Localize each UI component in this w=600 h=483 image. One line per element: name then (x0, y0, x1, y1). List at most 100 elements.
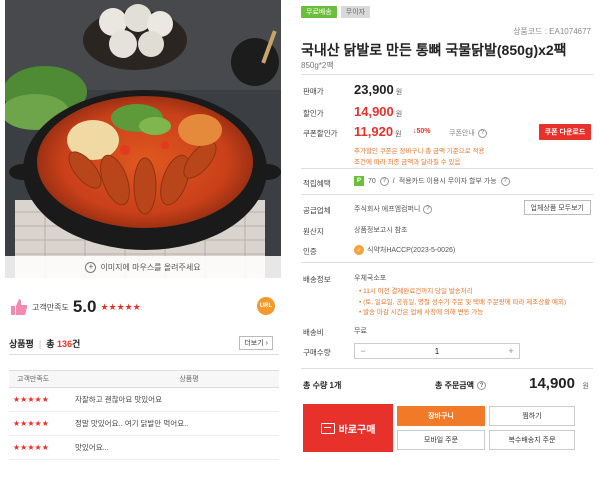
divider (301, 194, 593, 195)
rating-label: 고객만족도 (32, 302, 69, 312)
product-badges: 무료배송 무이자 (301, 6, 371, 18)
review-count: 총 136건 (46, 337, 80, 350)
divider (301, 168, 593, 169)
left-column: + 이미지에 마우스를 올려주세요 고객만족도 5.0 ★★★★★ URL 상품… (5, 0, 281, 483)
total-amount-label: 총 주문금액 (435, 381, 475, 390)
add-to-cart-button[interactable]: 장바구니 (397, 406, 485, 426)
shipping-note-line: • 발송 마감 시간은 업체 사정에 의해 변동 가능 (359, 309, 484, 316)
product-code: 상품코드 : EA1074677 (513, 27, 591, 36)
table-row[interactable]: ★★★★★ 자잘하고 괜찮아요 맛있어요 (9, 388, 279, 412)
coupon-price-value: 11,920 (354, 124, 394, 139)
currency-unit: 원 (582, 383, 589, 390)
buy-now-label: 바로구매 (338, 424, 376, 436)
list-price-label: 판매가 (303, 87, 324, 96)
coupon-download-button[interactable]: 쿠폰 다운로드 (539, 124, 591, 140)
row-review-text: 맛있어요... (75, 443, 109, 452)
no-interest-badge: 무이자 (340, 6, 371, 18)
shipping-label: 배송정보 (303, 275, 331, 284)
divider-bar: / (392, 177, 395, 185)
row-stars: ★★★★★ (13, 443, 49, 452)
help-icon[interactable]: ? (477, 128, 487, 138)
list-price-value: 23,900 (354, 82, 394, 97)
haccp-icon: ✓ (354, 245, 364, 255)
cert-value: 식약처HACCP(2023-5-0026) (367, 247, 456, 254)
satisfaction-rating: 고객만족도 5.0 ★★★★★ URL (9, 294, 281, 320)
coupon-info[interactable]: 쿠폰안내 ? (449, 128, 487, 138)
cert-label: 인증 (303, 247, 317, 256)
help-icon[interactable]: ? (500, 176, 510, 186)
help-icon[interactable]: ? (477, 381, 487, 390)
image-hover-hint-text: 이미지에 마우스를 올려주세요 (100, 262, 201, 272)
origin-value: 상품정보고시 참조 (354, 227, 408, 234)
currency-unit: 원 (395, 131, 402, 138)
wishlist-button[interactable]: 찜하기 (489, 406, 575, 426)
quantity-input[interactable]: 1 (371, 347, 503, 356)
rating-stars: ★★★★★ (100, 301, 141, 312)
free-shipping-badge: 무료배송 (301, 6, 337, 18)
table-row[interactable]: ★★★★★ 맛있어요... (9, 436, 279, 460)
divider-bar: | (38, 338, 42, 349)
shipping-fee-label: 배송비 (303, 328, 324, 337)
quantity-decrease-button[interactable]: − (355, 344, 371, 358)
divider (301, 74, 593, 75)
divider (301, 368, 593, 369)
supplier-products-button[interactable]: 업체상품 모두보기 (523, 200, 591, 215)
thumbs-up-icon (9, 297, 29, 317)
total-amount: 14,900 (529, 375, 575, 392)
coupon-description: 추가할인 쿠폰은 장바구니 총 금액 기준으로 적용 조건에 따라 최종 금액과… (354, 146, 554, 168)
product-title: 국내산 닭발로 만든 통뼈 국물닭발(850g)x2팩 (301, 42, 567, 58)
divider (301, 262, 593, 263)
col-rating-header: 고객만족도 (17, 376, 50, 383)
help-icon[interactable]: ? (379, 176, 389, 186)
benefits-label: 적립혜택 (303, 179, 331, 188)
supplier-name-text: 주식회사 에프엠컴퍼니 (354, 206, 421, 213)
mobile-order-button[interactable]: 모바일 주문 (397, 430, 485, 450)
review-count-suffix: 건 (72, 339, 81, 349)
total-quantity: 총 수량 1개 (303, 381, 342, 390)
review-header: 상품평 | 총 136건 더보기 › (9, 333, 279, 355)
cert-info: ✓ 식약처HACCP(2023-5-0026) (354, 245, 455, 255)
coupon-price-label: 쿠폰할인가 (303, 129, 338, 138)
chevron-right-icon: › (265, 339, 268, 347)
coupon-description-line: 조건에 따라 최종 금액과 달라질 수 있음 (354, 159, 461, 166)
right-column: 무료배송 무이자 상품코드 : EA1074677 국내산 닭발로 만든 통뼈 … (301, 0, 593, 483)
more-reviews-button[interactable]: 더보기 › (239, 336, 273, 350)
zoom-plus-icon: + (85, 261, 97, 273)
image-hover-hint: + 이미지에 마우스를 올려주세요 (5, 256, 281, 278)
sale-price-label: 할인가 (303, 109, 324, 118)
review-count-prefix: 총 (46, 339, 55, 349)
tab-reviews[interactable]: 상품평 (9, 337, 34, 350)
sale-price: 14,900 원 (354, 104, 402, 119)
row-review-text: 자잘하고 괜찮아요 맛있어요 (75, 395, 162, 404)
url-share-button[interactable]: URL (257, 297, 275, 315)
quantity-increase-button[interactable]: + (503, 344, 519, 358)
rating-score: 5.0 (72, 297, 97, 316)
product-image[interactable]: + 이미지에 마우스를 올려주세요 (5, 0, 281, 278)
currency-unit: 원 (395, 89, 403, 96)
coupon-description-line: 추가할인 쿠폰은 장바구니 총 금액 기준으로 적용 (354, 148, 485, 155)
review-count-number: 136 (56, 339, 73, 349)
product-option-summary: 850g*2팩 (301, 61, 334, 70)
help-icon[interactable]: ? (423, 204, 433, 214)
product-photo-illustration (5, 0, 281, 278)
shipping-fee-value: 무료 (354, 328, 367, 335)
shipping-note-line: • 11시 이전 결제완료건까지 당일 발송처리 (359, 288, 473, 295)
sale-price-value: 14,900 (354, 104, 394, 119)
multi-address-order-button[interactable]: 복수배송지 주문 (489, 430, 575, 450)
table-row[interactable]: ★★★★★ 정말 맛있어요.. 여기 닭발만 먹어요.. (9, 412, 279, 436)
shipping-notes: • 11시 이전 결제완료건까지 당일 발송처리 • (토, 일요일, 공휴일,… (359, 287, 589, 319)
currency-unit: 원 (395, 111, 403, 118)
total-amount-label-group: 총 주문금액 ? (435, 380, 487, 391)
shipping-note-line: • (토, 일요일, 공휴일, 명절 성수기 주문 및 택배 주문량에 따라 제… (359, 298, 567, 306)
row-stars: ★★★★★ (13, 395, 49, 404)
row-stars: ★★★★★ (13, 419, 49, 428)
card-icon (320, 422, 335, 434)
shipping-method: 우체국소포 (354, 275, 387, 282)
col-review-header: 상품평 (179, 376, 199, 383)
coupon-discount-rate: ↓50% (413, 128, 431, 135)
list-price: 23,900 원 (354, 82, 402, 97)
quantity-stepper[interactable]: − 1 + (354, 343, 520, 359)
points-value: 70 (368, 177, 376, 185)
origin-label: 원산지 (303, 227, 324, 236)
buy-now-button[interactable]: 바로구매 (303, 404, 393, 452)
